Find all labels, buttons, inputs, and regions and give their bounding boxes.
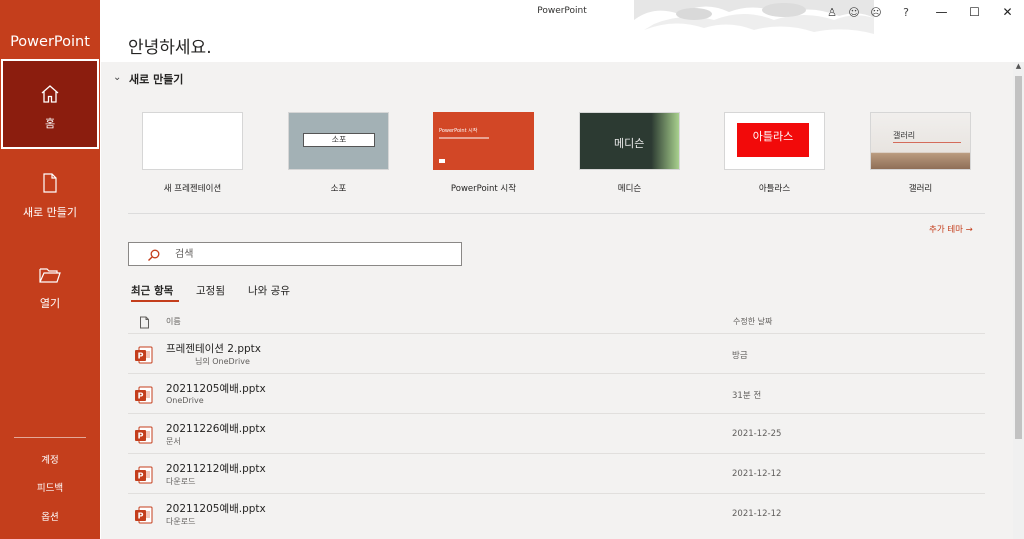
column-header-date[interactable]: 수정한 날짜 [733,316,772,327]
file-location: 문서 [166,437,181,446]
file-name: 20211226예배.pptx [166,423,266,435]
template-label: 아틀라스 [758,184,791,194]
template-gallery[interactable]: 갤러리 갤러리 [870,112,971,194]
template-thumb-line [439,137,489,139]
file-modified-date: 방금 [732,351,748,361]
template-label: 새 프레젠테이션 [163,184,222,194]
file-location: 다운로드 [166,477,196,486]
minimize-button[interactable]: — [925,0,958,24]
file-row[interactable]: P 20211226예배.pptx 문서 2021-12-25 [128,413,985,453]
frown-feedback-icon[interactable]: ☹ [865,0,887,24]
sidebar-divider [14,437,86,438]
sidebar-link-feedback[interactable]: 피드백 [0,480,100,494]
svg-text:P: P [138,512,144,521]
template-thumb-text: 메디슨 [614,137,645,150]
account-icon[interactable]: ♙ [821,0,843,24]
tab-recent[interactable]: 최근 항목 [131,283,173,298]
template-blank[interactable]: 새 프레젠테이션 [142,112,243,194]
new-document-icon [0,172,100,198]
template-label: 소포 [330,184,347,194]
file-name: 20211205예배.pptx [166,383,266,395]
svg-text:P: P [138,432,144,441]
template-madison[interactable]: 메디슨 메디슨 [579,112,680,194]
greeting: 안녕하세요. [128,38,212,58]
tab-shared[interactable]: 나와 공유 [248,283,290,298]
nav-label-home: 홈 [44,117,56,130]
template-thumbnail: 아틀라스 [724,112,825,170]
template-thumbnail: 갤러리 [870,112,971,170]
section-divider [128,213,985,214]
svg-text:P: P [138,472,144,481]
template-label: 갤러리 [908,184,933,194]
file-location: 다운로드 [166,517,196,526]
vertical-scrollbar[interactable]: ▲ [1013,62,1024,539]
pptx-file-icon: P [134,505,154,529]
chevron-down-icon[interactable]: ⌄ [113,72,121,83]
title-bar: PowerPoint ♙ ☺ ☹ ? — ☐ ✕ [100,0,1024,34]
scroll-thumb[interactable] [1015,76,1022,439]
nav-item-new[interactable]: 새로 만들기 [0,172,100,232]
template-thumb-text: PowerPoint 시작 [439,128,478,134]
help-icon[interactable]: ? [887,0,925,24]
template-thumb-mark [439,159,445,163]
file-row[interactable]: P 프레젠테이션 2.pptx 님의 OneDrive 방금 [128,333,985,373]
template-thumbnail: 소포 [288,112,389,170]
sidebar-link-account[interactable]: 계정 [0,452,100,466]
nav-label-new: 새로 만들기 [22,206,78,219]
template-powerpoint-start[interactable]: PowerPoint 시작 PowerPoint 시작 [433,112,534,194]
template-thumb-text: 소포 [303,133,375,147]
file-location: OneDrive [166,396,204,405]
pptx-file-icon: P [134,425,154,449]
template-thumbnail: 메디슨 [579,112,680,170]
file-location: 님의 OneDrive [195,357,250,366]
file-type-column-icon[interactable] [139,314,150,333]
nav-label-open: 열기 [39,297,61,310]
file-modified-date: 2021-12-12 [732,469,782,479]
svg-text:P: P [138,352,144,361]
folder-open-icon [0,265,100,289]
search-icon [147,247,161,266]
tab-pinned[interactable]: 고정됨 [196,283,225,298]
scroll-up-icon[interactable]: ▲ [1013,62,1024,74]
smile-feedback-icon[interactable]: ☺ [843,0,865,24]
app-name: PowerPoint [10,34,90,50]
file-name: 20211205예배.pptx [166,503,266,515]
template-parcel[interactable]: 소포 소포 [288,112,389,194]
nav-item-home[interactable]: 홈 [1,59,99,149]
template-thumbnail [142,112,243,170]
section-title-new: 새로 만들기 [129,73,184,86]
file-name: 프레젠테이션 2.pptx [166,343,261,355]
file-row[interactable]: P 20211205예배.pptx OneDrive 31분 전 [128,373,985,413]
close-button[interactable]: ✕ [991,0,1024,24]
maximize-button[interactable]: ☐ [958,0,991,24]
pptx-file-icon: P [134,345,154,369]
tab-active-indicator [131,300,179,302]
sidebar-link-options[interactable]: 옵션 [0,509,100,523]
column-header-name[interactable]: 이름 [166,316,181,327]
file-row[interactable]: P 20211205예배.pptx 다운로드 2021-12-12 [128,493,985,533]
more-themes-link[interactable]: 추가 테마 → [929,223,973,235]
template-thumb-text: 갤러리 [893,131,916,140]
svg-text:P: P [138,392,144,401]
template-thumbnail: PowerPoint 시작 [433,112,534,170]
template-label: 메디슨 [617,184,642,194]
template-atlas[interactable]: 아틀라스 아틀라스 [724,112,825,194]
file-modified-date: 2021-12-12 [732,509,782,519]
pptx-file-icon: P [134,385,154,409]
file-row[interactable]: P 20211212예배.pptx 다운로드 2021-12-12 [128,453,985,493]
template-thumb-text: 아틀라스 [737,123,809,157]
file-modified-date: 31분 전 [732,391,762,401]
pptx-file-icon: P [134,465,154,489]
sidebar: PowerPoint 홈 새로 만들기 열기 계정 피드백 옵션 [0,0,100,539]
search-input[interactable] [175,247,445,261]
template-label: PowerPoint 시작 [450,184,517,194]
title-controls: ♙ ☺ ☹ ? — ☐ ✕ [821,0,1024,24]
template-thumb-line [893,142,961,143]
file-name: 20211212예배.pptx [166,463,266,475]
nav-item-open[interactable]: 열기 [0,265,100,325]
file-modified-date: 2021-12-25 [732,429,782,439]
home-icon [3,83,97,109]
